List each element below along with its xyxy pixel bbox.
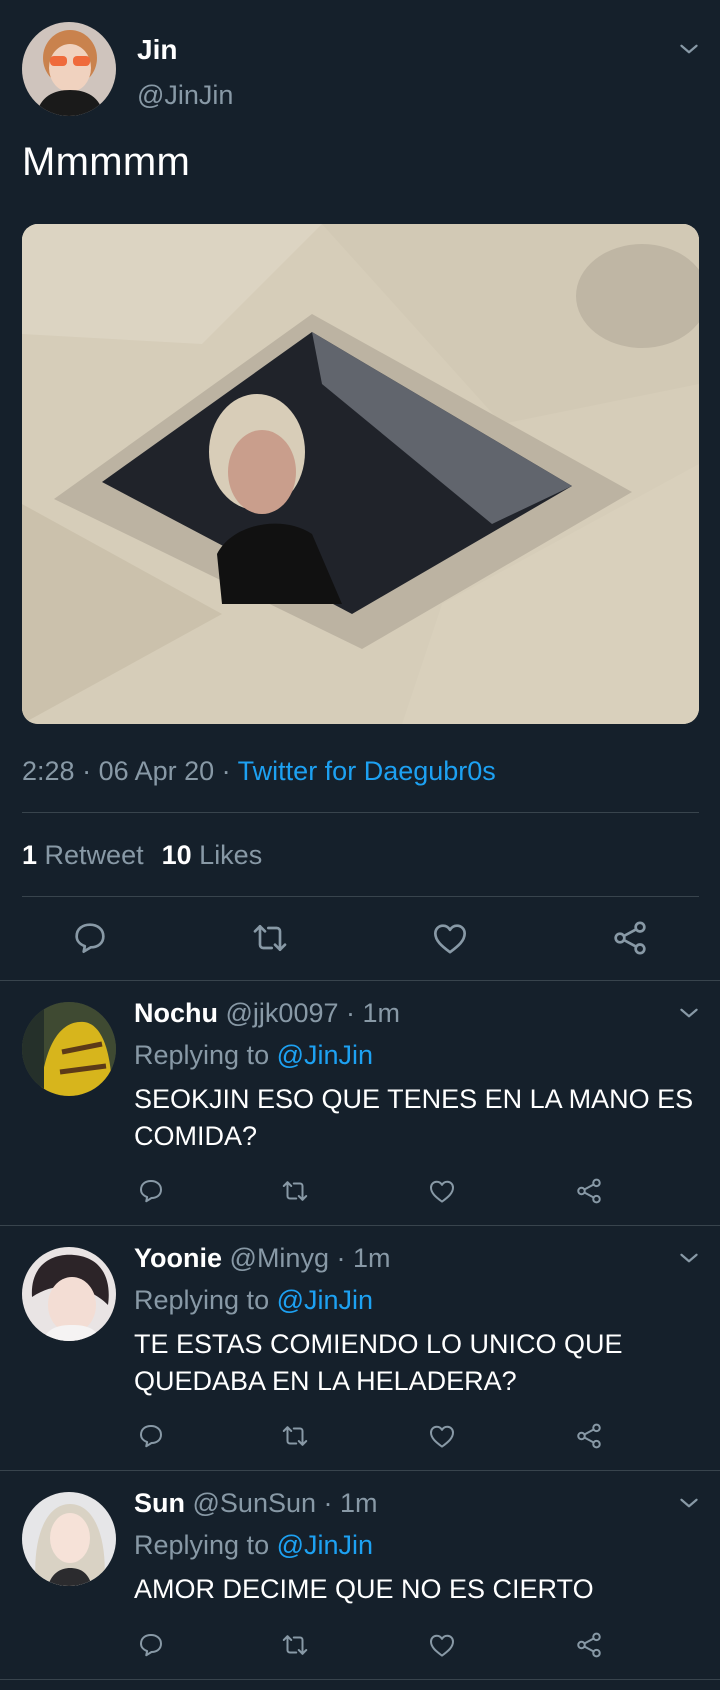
replying-label: Replying to xyxy=(134,1530,270,1560)
retweet-stat[interactable]: 1 Retweet xyxy=(22,840,144,870)
reply-text: AMOR DECIME QUE NO ES CIERTO xyxy=(134,1574,594,1604)
like-icon[interactable] xyxy=(427,1176,457,1206)
replying-to: Replying to @JinJin xyxy=(134,1285,373,1316)
tweet-photo[interactable] xyxy=(22,224,699,724)
chevron-down-icon[interactable] xyxy=(676,1000,702,1026)
reply-author-name[interactable]: Yoonie xyxy=(134,1243,222,1273)
reply-meta: Nochu @jjk0097 · 1m xyxy=(134,998,401,1028)
avatar[interactable] xyxy=(22,1492,116,1586)
likes-label: Likes xyxy=(199,840,263,870)
tweet-time: 2:28 xyxy=(22,756,75,786)
reply-author-handle[interactable]: @Minyg xyxy=(230,1243,329,1273)
share-icon[interactable] xyxy=(610,918,650,958)
likes-stat[interactable]: 10 Likes xyxy=(162,840,263,870)
reply-icon[interactable] xyxy=(136,1630,166,1660)
replying-label: Replying to xyxy=(134,1285,270,1315)
retweet-icon[interactable] xyxy=(280,1176,310,1206)
tweet-text: Mmmmm xyxy=(22,140,191,184)
retweet-label: Retweet xyxy=(44,840,144,870)
chevron-down-icon[interactable] xyxy=(676,1490,702,1516)
reply-icon[interactable] xyxy=(136,1176,166,1206)
replying-to: Replying to @JinJin xyxy=(134,1040,373,1071)
retweet-icon[interactable] xyxy=(280,1421,310,1451)
reply-text: SEOKJIN ESO QUE TENES EN LA MANO ES COMI… xyxy=(134,1084,694,1151)
like-icon[interactable] xyxy=(427,1630,457,1660)
avatar[interactable] xyxy=(22,22,116,116)
avatar[interactable] xyxy=(22,1247,116,1341)
reply-author-name[interactable]: Sun xyxy=(134,1488,185,1518)
reply-author-name[interactable]: Nochu xyxy=(134,998,218,1028)
share-icon[interactable] xyxy=(574,1176,604,1206)
reply-text: TE ESTAS COMIENDO LO UNICO QUE QUEDABA E… xyxy=(134,1329,623,1396)
reply-meta: Yoonie @Minyg · 1m xyxy=(134,1243,391,1273)
divider xyxy=(22,896,699,897)
share-icon[interactable] xyxy=(574,1421,604,1451)
likes-count: 10 xyxy=(161,840,192,870)
author-handle[interactable]: @JinJin xyxy=(137,80,233,111)
mention-link[interactable]: @JinJin xyxy=(277,1285,373,1315)
like-icon[interactable] xyxy=(430,918,470,958)
tweet-date: 06 Apr 20 xyxy=(98,756,215,786)
replying-to: Replying to @JinJin xyxy=(134,1530,373,1561)
divider xyxy=(22,812,699,813)
reply-tweet[interactable]: Yoonie @Minyg · 1m Replying to @JinJin T… xyxy=(0,1225,720,1470)
reply-icon[interactable] xyxy=(70,918,110,958)
mention-link[interactable]: @JinJin xyxy=(277,1530,373,1560)
tweet-source-link[interactable]: Twitter for Daegubr0s xyxy=(238,756,496,786)
replying-label: Replying to xyxy=(134,1040,270,1070)
reply-icon[interactable] xyxy=(136,1421,166,1451)
reply-time: 1m xyxy=(362,998,401,1028)
avatar[interactable] xyxy=(22,1002,116,1096)
tweet-meta: 2:28 · 06 Apr 20 · Twitter for Daegubr0s xyxy=(22,756,496,786)
like-icon[interactable] xyxy=(427,1421,457,1451)
retweet-icon[interactable] xyxy=(280,1630,310,1660)
share-icon[interactable] xyxy=(574,1630,604,1660)
tweet-header: Jin @JinJin xyxy=(22,22,702,116)
author-name[interactable]: Jin xyxy=(137,34,177,66)
chevron-down-icon[interactable] xyxy=(676,36,702,62)
reply-time: 1m xyxy=(340,1488,378,1518)
tweet-stats: 1 Retweet 10 Likes xyxy=(22,840,262,871)
reply-tweet[interactable]: Nochu @jjk0097 · 1m Replying to @JinJin … xyxy=(0,980,720,1225)
retweet-count: 1 xyxy=(22,840,38,870)
reply-author-handle[interactable]: @jjk0097 xyxy=(226,998,339,1028)
divider xyxy=(0,1679,720,1680)
reply-meta: Sun @SunSun · 1m xyxy=(134,1488,378,1518)
retweet-icon[interactable] xyxy=(250,918,290,958)
chevron-down-icon[interactable] xyxy=(676,1245,702,1271)
reply-tweet[interactable]: Sun @SunSun · 1m Replying to @JinJin AMO… xyxy=(0,1470,720,1680)
reply-author-handle[interactable]: @SunSun xyxy=(193,1488,317,1518)
reply-time: 1m xyxy=(352,1243,391,1273)
mention-link[interactable]: @JinJin xyxy=(277,1040,373,1070)
